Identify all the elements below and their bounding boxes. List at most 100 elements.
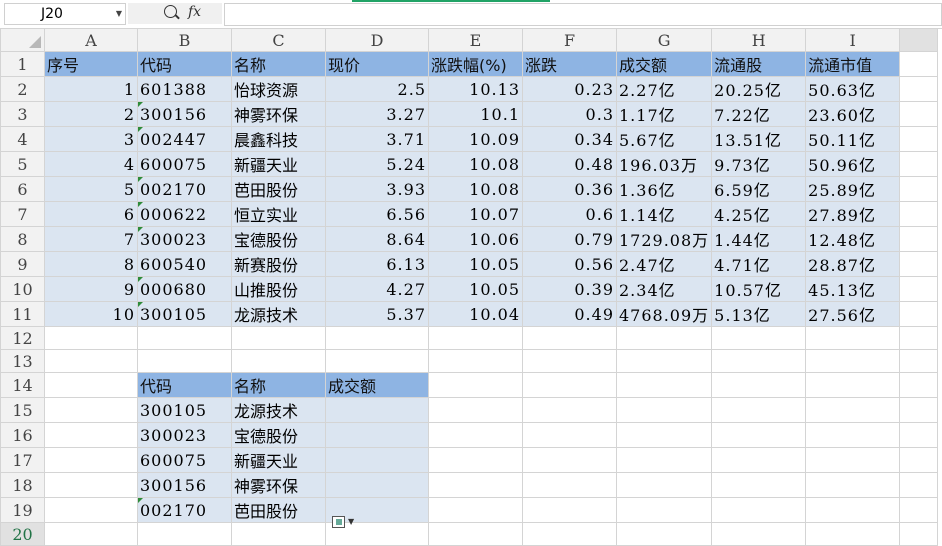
table-cell[interactable]: 0.48 (522, 151, 617, 177)
empty-cell[interactable] (522, 447, 617, 473)
empty-cell[interactable] (805, 326, 901, 350)
empty-cell[interactable] (899, 422, 939, 448)
empty-cell[interactable] (805, 472, 901, 498)
table-cell[interactable]: 神雾环保 (231, 101, 326, 127)
cell-header[interactable]: 成交额 (615, 51, 713, 77)
table-cell[interactable]: 2.5 (325, 76, 429, 102)
row-header-3[interactable]: 3 (0, 101, 45, 127)
empty-cell[interactable] (522, 372, 617, 398)
table-cell[interactable]: 4.25亿 (711, 201, 807, 227)
table-cell[interactable]: 0.3 (522, 101, 617, 127)
row-header-1[interactable]: 1 (0, 51, 45, 77)
lookup-cell-empty[interactable] (325, 472, 429, 498)
table-cell[interactable]: 山推股份 (231, 276, 326, 302)
cell-header[interactable]: 名称 (231, 51, 326, 77)
column-header-g[interactable]: G (615, 28, 713, 52)
table-cell[interactable]: 50.11亿 (805, 126, 901, 152)
lookup-cell[interactable]: 300105 (137, 397, 232, 423)
table-cell[interactable]: 10.13 (428, 76, 523, 102)
chevron-down-icon[interactable]: ▼ (116, 4, 122, 24)
empty-cell[interactable] (899, 176, 939, 202)
empty-cell[interactable] (44, 372, 138, 398)
empty-cell[interactable] (805, 397, 901, 423)
table-cell[interactable]: 27.89亿 (805, 201, 901, 227)
empty-cell[interactable] (44, 522, 138, 546)
cell-header[interactable]: 涨跌 (522, 51, 617, 77)
paste-options-icon[interactable]: ▼ (330, 514, 356, 530)
cell-header[interactable]: 现价 (325, 51, 429, 77)
empty-cell[interactable] (428, 522, 523, 546)
row-header-18[interactable]: 18 (0, 472, 45, 498)
empty-cell[interactable] (615, 447, 713, 473)
table-cell[interactable]: 9 (44, 276, 138, 302)
empty-cell[interactable] (899, 326, 939, 350)
cell-header[interactable]: 流通市值 (805, 51, 901, 77)
table-cell[interactable]: 002170 (137, 176, 232, 202)
table-cell[interactable]: 300105 (137, 301, 232, 327)
empty-cell[interactable] (899, 497, 939, 523)
table-cell[interactable]: 0.56 (522, 251, 617, 277)
lookup-cell[interactable]: 芭田股份 (231, 497, 326, 523)
empty-cell[interactable] (231, 522, 326, 546)
empty-cell[interactable] (711, 349, 807, 373)
table-cell[interactable]: 10 (44, 301, 138, 327)
empty-cell[interactable] (805, 422, 901, 448)
table-cell[interactable]: 0.6 (522, 201, 617, 227)
lookup-cell-empty[interactable] (325, 397, 429, 423)
empty-cell[interactable] (805, 349, 901, 373)
lookup-cell[interactable]: 300156 (137, 472, 232, 498)
table-cell[interactable]: 13.51亿 (711, 126, 807, 152)
empty-cell[interactable] (899, 472, 939, 498)
row-header-16[interactable]: 16 (0, 422, 45, 448)
empty-cell[interactable] (522, 497, 617, 523)
table-cell[interactable]: 600540 (137, 251, 232, 277)
table-cell[interactable]: 芭田股份 (231, 176, 326, 202)
table-cell[interactable]: 10.08 (428, 176, 523, 202)
row-header-8[interactable]: 8 (0, 226, 45, 252)
table-cell[interactable]: 50.63亿 (805, 76, 901, 102)
column-header-d[interactable]: D (325, 28, 429, 52)
empty-cell[interactable] (615, 349, 713, 373)
table-cell[interactable]: 0.49 (522, 301, 617, 327)
table-cell[interactable]: 2.27亿 (615, 76, 713, 102)
empty-cell[interactable] (899, 349, 939, 373)
empty-cell[interactable] (615, 497, 713, 523)
row-header-2[interactable]: 2 (0, 76, 45, 102)
table-cell[interactable]: 45.13亿 (805, 276, 901, 302)
empty-cell[interactable] (899, 251, 939, 277)
table-cell[interactable]: 10.05 (428, 276, 523, 302)
table-cell[interactable]: 196.03万 (615, 151, 713, 177)
lookup-header[interactable]: 成交额 (325, 372, 429, 398)
empty-cell[interactable] (711, 497, 807, 523)
cell-header[interactable]: 涨跌幅(%) (428, 51, 523, 77)
table-cell[interactable]: 28.87亿 (805, 251, 901, 277)
table-cell[interactable]: 6 (44, 201, 138, 227)
empty-cell[interactable] (615, 422, 713, 448)
empty-cell[interactable] (231, 326, 326, 350)
table-cell[interactable]: 601388 (137, 76, 232, 102)
table-cell[interactable]: 5 (44, 176, 138, 202)
empty-cell[interactable] (615, 397, 713, 423)
row-header-4[interactable]: 4 (0, 126, 45, 152)
table-cell[interactable]: 10.08 (428, 151, 523, 177)
table-cell[interactable]: 5.67亿 (615, 126, 713, 152)
row-header-7[interactable]: 7 (0, 201, 45, 227)
table-cell[interactable]: 4.27 (325, 276, 429, 302)
empty-cell[interactable] (899, 151, 939, 177)
table-cell[interactable]: 新疆天业 (231, 151, 326, 177)
table-cell[interactable]: 8 (44, 251, 138, 277)
table-cell[interactable]: 2.34亿 (615, 276, 713, 302)
empty-cell[interactable] (615, 326, 713, 350)
empty-cell[interactable] (615, 472, 713, 498)
empty-cell[interactable] (44, 397, 138, 423)
table-cell[interactable]: 6.59亿 (711, 176, 807, 202)
empty-cell[interactable] (137, 522, 232, 546)
row-header-13[interactable]: 13 (0, 349, 45, 373)
empty-cell[interactable] (899, 51, 939, 77)
empty-cell[interactable] (522, 326, 617, 350)
empty-cell[interactable] (44, 422, 138, 448)
empty-cell[interactable] (899, 397, 939, 423)
empty-cell[interactable] (522, 422, 617, 448)
empty-cell[interactable] (805, 497, 901, 523)
empty-cell[interactable] (428, 372, 523, 398)
